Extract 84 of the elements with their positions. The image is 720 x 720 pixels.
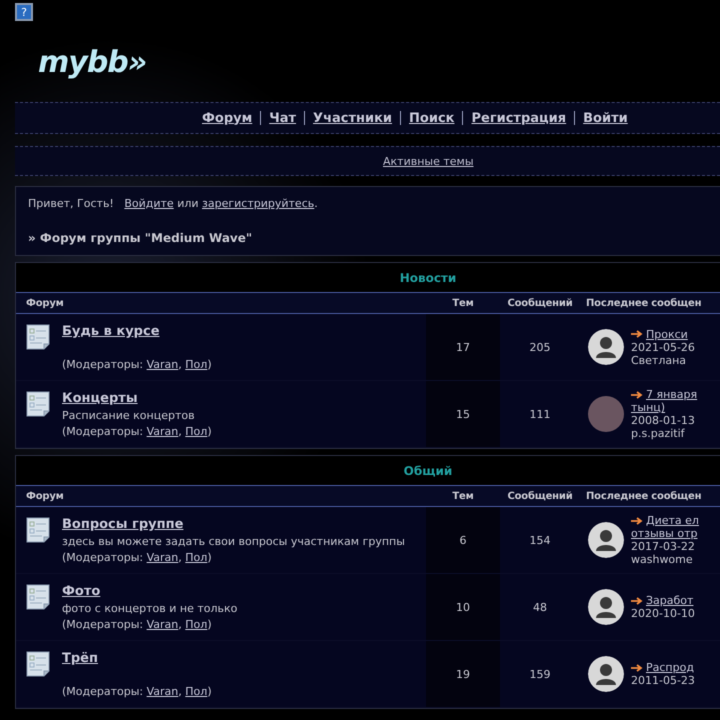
- help-button[interactable]: ?: [15, 3, 33, 21]
- topics-count: 19: [426, 641, 500, 707]
- logo[interactable]: mybb»: [38, 48, 146, 78]
- topics-count: 10: [426, 574, 500, 640]
- document-icon: [26, 651, 50, 677]
- posts-count: 154: [528, 532, 552, 548]
- last-post-link[interactable]: Прокси: [631, 328, 688, 340]
- last-post-link[interactable]: Заработ: [631, 594, 694, 607]
- moderator-link[interactable]: Пол: [185, 358, 208, 371]
- column-header: Форум: [25, 298, 65, 308]
- nav-link[interactable]: Поиск: [409, 110, 454, 126]
- document-icon: [26, 324, 50, 350]
- moderator-link[interactable]: Пол: [185, 425, 208, 438]
- nav-link[interactable]: Войти: [583, 110, 628, 126]
- moderators-line: (Модераторы: Varan, Пол): [62, 425, 212, 438]
- register-link[interactable]: зарегистрируйтесь: [202, 197, 314, 210]
- forum-title-link[interactable]: Трёп: [62, 651, 212, 666]
- forum-description: фото с концертов и не только: [62, 602, 238, 615]
- active-topics-link[interactable]: Активные темы: [383, 154, 474, 168]
- moderator-link[interactable]: Пол: [185, 685, 208, 698]
- nav-link[interactable]: Регистрация: [471, 110, 566, 126]
- last-post-link[interactable]: Распрод: [631, 661, 694, 674]
- last-post-author: p.s.pazitif: [631, 427, 686, 440]
- moderator-link[interactable]: Varan: [146, 685, 178, 698]
- breadcrumb: » Форум группы "Medium Wave": [28, 231, 254, 245]
- moderator-link[interactable]: Varan: [146, 551, 178, 564]
- document-icon: [26, 584, 50, 610]
- forum-title-link[interactable]: Фото: [62, 584, 238, 599]
- document-icon: [26, 517, 50, 543]
- posts-count: 111: [528, 406, 552, 422]
- login-link[interactable]: Войдите: [124, 197, 174, 210]
- user-silhouette-icon: [588, 329, 624, 365]
- moderator-link[interactable]: Пол: [185, 618, 208, 631]
- posts-count: 48: [532, 600, 548, 616]
- column-header: Последнее сообщен: [585, 490, 702, 502]
- forum-title-link[interactable]: Вопросы группе: [62, 517, 405, 532]
- last-post-date: 2021-05-26: [631, 340, 695, 354]
- column-header: Тем: [451, 490, 475, 502]
- column-header: Форум: [25, 490, 65, 502]
- moderator-link[interactable]: Varan: [146, 425, 178, 438]
- column-header: Сообщений: [506, 298, 574, 308]
- topics-count: 6: [426, 507, 500, 573]
- document-icon: [26, 391, 50, 417]
- user-silhouette-icon: [588, 656, 624, 692]
- last-post-author: washwome: [631, 553, 694, 566]
- arrow-icon: [631, 596, 643, 605]
- moderators-line: (Модераторы: Varan, Пол): [62, 358, 212, 371]
- moderator-link[interactable]: Varan: [146, 618, 178, 631]
- forum-description: здесь вы можете задать свои вопросы участникам группы: [62, 535, 405, 548]
- moderators-line: (Модераторы: Varan, Пол): [62, 551, 213, 564]
- last-post-author: Светлана: [631, 354, 688, 366]
- nav-link[interactable]: Участники: [313, 110, 392, 126]
- topics-count: 15: [426, 381, 500, 447]
- moderators-line: (Модераторы: Varan, Пол): [62, 685, 212, 698]
- column-header: Сообщений: [506, 490, 574, 502]
- nav-link[interactable]: Чат: [269, 110, 296, 126]
- moderators-line: (Модераторы: Varan, Пол): [62, 618, 213, 631]
- arrow-icon: [631, 516, 643, 525]
- last-post-date: 2017-03-22: [631, 540, 696, 553]
- arrow-icon: [631, 664, 643, 672]
- last-post-link[interactable]: 7 января тынц): [631, 388, 698, 414]
- posts-count: 159: [528, 666, 552, 682]
- avatar-photo: [588, 396, 624, 432]
- category-title: Общий: [404, 464, 452, 478]
- forum-title-link[interactable]: Концерты: [62, 391, 212, 406]
- arrow-icon: [631, 390, 643, 399]
- user-silhouette-icon: [588, 589, 624, 625]
- nav-link[interactable]: Форум: [202, 110, 252, 126]
- welcome-text: Привет, Гость! Войдите или зарегистрируйтесь.: [28, 197, 319, 210]
- topics-count: 17: [426, 314, 500, 380]
- arrow-icon: [631, 330, 643, 338]
- moderator-link[interactable]: Пол: [185, 551, 208, 564]
- moderator-link[interactable]: Varan: [146, 358, 178, 371]
- last-post-date: 2020-10-10: [631, 607, 695, 620]
- posts-count: 205: [528, 340, 552, 356]
- column-header: Последнее сообщен: [585, 298, 702, 308]
- last-post-date: 2011-05-23: [631, 674, 695, 687]
- forum-description: Расписание концертов: [62, 409, 196, 422]
- user-silhouette-icon: [588, 522, 624, 558]
- last-post-link[interactable]: Диета ел отзывы отр: [631, 514, 699, 540]
- column-header: Тем: [451, 298, 475, 308]
- forum-title-link[interactable]: Будь в курсе: [62, 324, 212, 339]
- category-title: Новости: [400, 270, 456, 284]
- last-post-date: 2008-01-13: [631, 414, 696, 427]
